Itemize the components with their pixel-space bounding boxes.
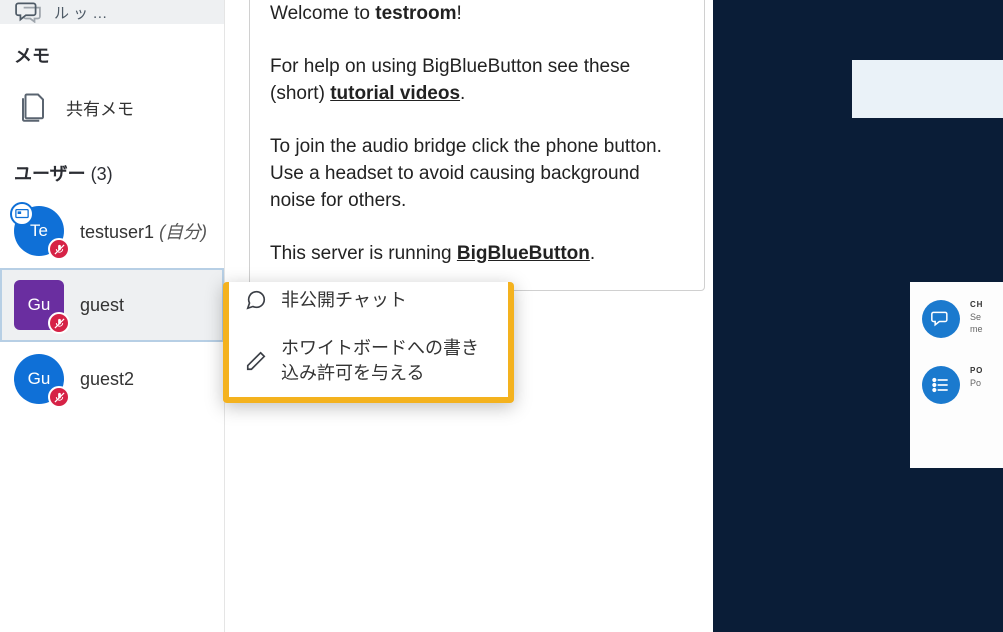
shared-notes-label: 共有メモ — [66, 95, 134, 120]
memo-section-header: メモ — [0, 24, 224, 76]
group-chat-label: ル ッ … — [54, 2, 107, 23]
list-icon — [922, 366, 960, 404]
avatar: Gu — [14, 354, 64, 404]
muted-mic-icon — [48, 386, 70, 408]
slide-features-fragment: CH Se me PO Po — [910, 282, 1003, 468]
grant-whiteboard-menu-item[interactable]: ホワイトボードへの書き込み許可を与える — [229, 324, 508, 397]
users-count: (3) — [91, 164, 113, 184]
slide-top-fragment — [852, 60, 1003, 118]
user-item-testuser1[interactable]: Te testuser1 (自分) — [0, 194, 224, 268]
group-chat-icon — [14, 0, 42, 24]
tutorial-videos-link[interactable]: tutorial videos — [330, 83, 460, 104]
user-item-guest2[interactable]: Gu guest2 — [0, 342, 224, 416]
pencil-icon — [245, 350, 267, 372]
grant-whiteboard-label: ホワイトボードへの書き込み許可を与える — [281, 336, 492, 385]
welcome-message: Welcome to testroom! For help on using B… — [249, 0, 705, 291]
user-name: testuser1 (自分) — [80, 218, 207, 244]
sidebar: ル ッ … メモ 共有メモ ユーザー (3) Te testuser1 (自 — [0, 0, 225, 632]
group-chat-item[interactable]: ル ッ … — [0, 0, 224, 24]
chat-bubble-icon — [922, 300, 960, 338]
muted-mic-icon — [48, 312, 70, 334]
avatar: Te — [14, 206, 64, 256]
avatar: Gu — [14, 280, 64, 330]
chat-icon — [245, 289, 267, 311]
user-item-guest[interactable]: Gu guest — [0, 268, 224, 342]
slide-feature-chat: CH Se me — [922, 300, 991, 338]
user-name: guest — [80, 295, 124, 316]
user-name: guest2 — [80, 369, 134, 390]
muted-mic-icon — [48, 238, 70, 260]
users-section-header: ユーザー (3) — [0, 138, 224, 194]
shared-notes-item[interactable]: 共有メモ — [0, 76, 224, 138]
user-context-menu: 非公開チャット ホワイトボードへの書き込み許可を与える — [223, 282, 514, 403]
private-chat-label: 非公開チャット — [281, 288, 407, 312]
private-chat-menu-item[interactable]: 非公開チャット — [223, 282, 514, 324]
slide-feature-polling: PO Po — [922, 366, 991, 404]
presenter-icon — [10, 202, 34, 226]
shared-notes-icon — [14, 88, 52, 126]
bigbluebutton-link[interactable]: BigBlueButton — [457, 243, 590, 264]
